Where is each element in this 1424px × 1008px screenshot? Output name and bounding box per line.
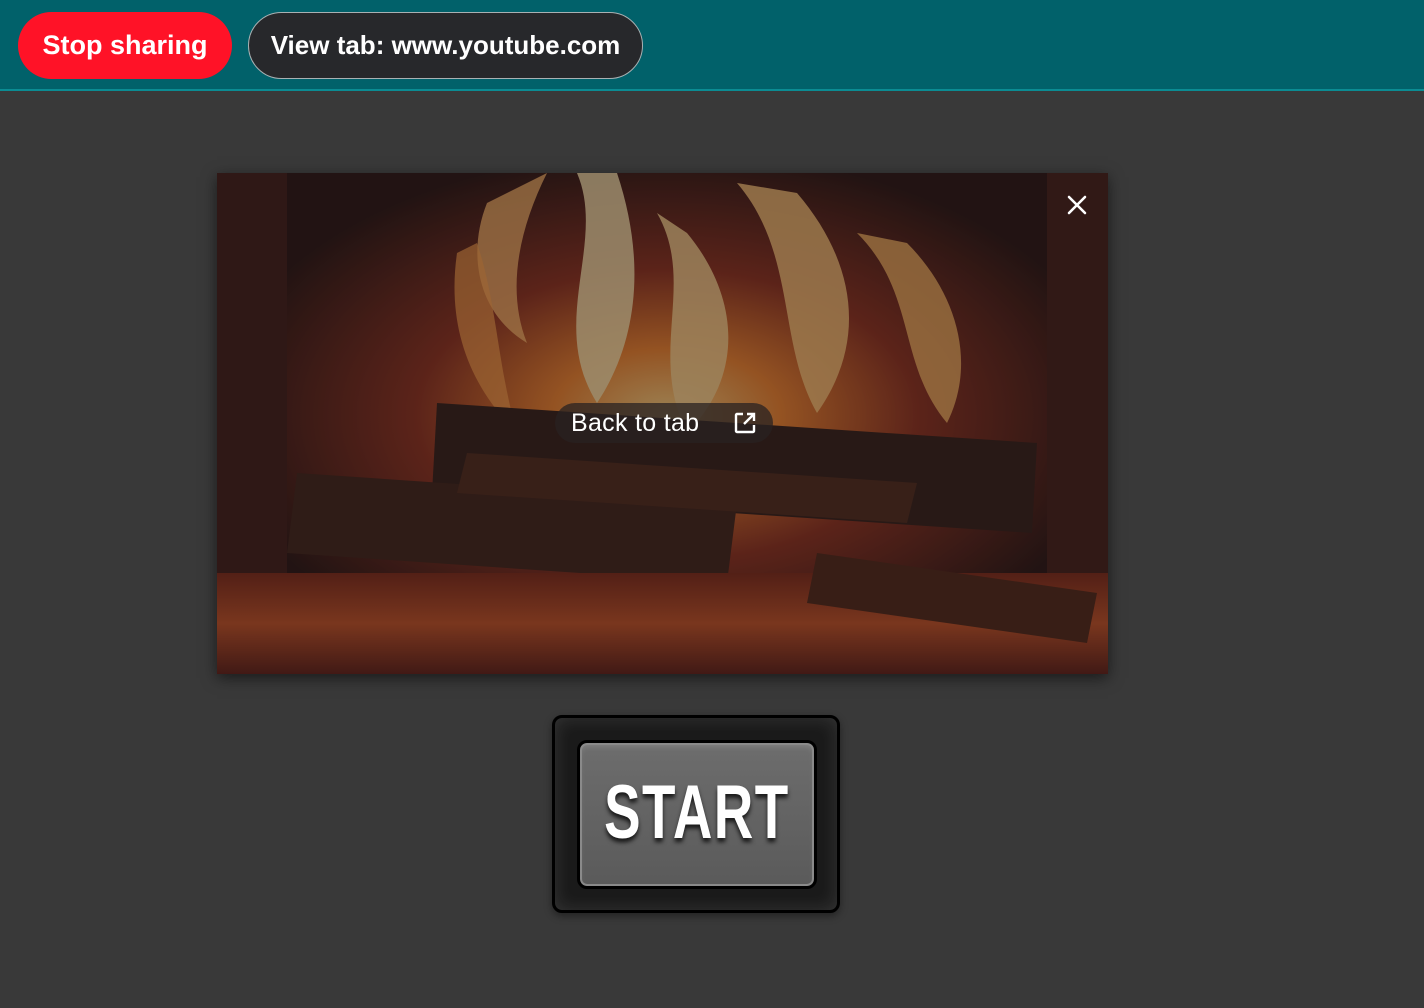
open-in-new-icon (734, 412, 756, 434)
start-button-label: START (604, 770, 790, 855)
stop-sharing-button[interactable]: Stop sharing (18, 12, 232, 79)
start-button[interactable]: START (577, 740, 817, 889)
back-to-tab-label: Back to tab (571, 408, 700, 437)
close-icon (1067, 195, 1087, 215)
start-button-frame: START (552, 715, 840, 913)
view-tab-button[interactable]: View tab: www.youtube.com (248, 12, 643, 79)
screen-sharing-bar: Stop sharing View tab: www.youtube.com (0, 0, 1424, 91)
back-to-tab-button[interactable]: Back to tab (555, 403, 773, 443)
close-preview-button[interactable] (1058, 186, 1096, 224)
